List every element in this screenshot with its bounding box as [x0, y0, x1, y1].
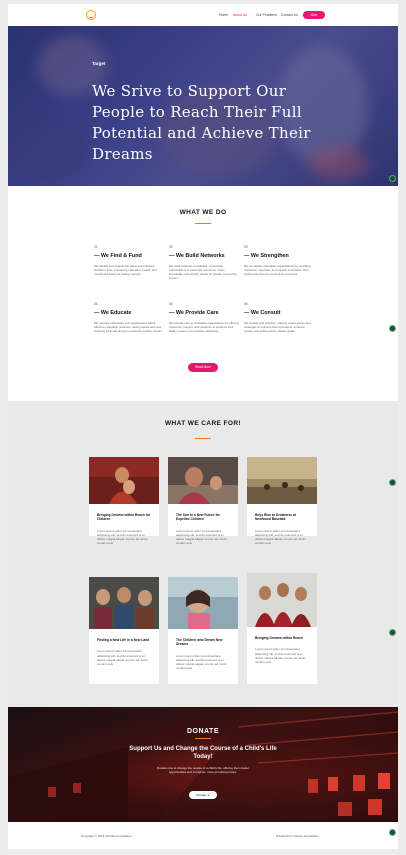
read-more-button[interactable]: Read More [188, 363, 218, 372]
service-number: 04 [94, 302, 98, 306]
copyright-text: Copyright © 2024 Charles Foundation [81, 834, 132, 838]
card-photo [247, 457, 317, 504]
service-title: — We Build Networks [169, 253, 225, 259]
service-description: We build networks of charities, connecti… [169, 264, 237, 280]
service-number: 03 [244, 245, 248, 249]
chat-bubble-icon[interactable] [389, 479, 396, 486]
service-number: 02 [169, 245, 173, 249]
hero-tagline: Target [92, 61, 106, 66]
card-description: Lorem ipsum dolor sit consectetur adipis… [255, 647, 306, 664]
care-card[interactable]: The Children who Dream New Dreams Lorem … [168, 577, 238, 684]
card-description: Lorem ipsum dolor sit consectetur adipis… [176, 653, 227, 671]
card-title: The Children who Dream New Dreams [176, 638, 223, 647]
palace-photo-shape [8, 711, 398, 822]
service-item: 03 — We Strengthen We strengthen charita… [244, 245, 314, 276]
service-item: 06 — We Consult We consult with charitie… [244, 302, 314, 333]
service-item: 05 — We Provide Care We provide care to … [169, 302, 239, 333]
nav-home[interactable]: Home [219, 13, 228, 17]
smiley-logo-icon[interactable] [86, 10, 96, 20]
care-heading: WHAT WE CARE FOR! [164, 420, 241, 427]
service-title: — We Strengthen [244, 253, 289, 259]
care-card[interactable]: Bringing Dreams within Reach Lorem ipsum… [247, 573, 317, 684]
service-description: We consult with charities, offering expe… [244, 321, 311, 333]
powered-by-text: Powered by Charles Foundation [276, 834, 319, 838]
header-give-button[interactable]: Give [303, 11, 325, 19]
service-title: — We Provide Care [169, 310, 219, 316]
heading-accent-line [195, 438, 211, 440]
site-header: Home About Us Our Problems Contact Us Gi… [8, 4, 398, 26]
card-description: Lorem ipsum dolor sit consectetur adipis… [176, 528, 227, 546]
card-title: Boys Rise to Greatness at Newfound Baseb… [255, 513, 296, 522]
service-number: 05 [169, 302, 173, 306]
service-description: We strengthen charitable organizations b… [244, 264, 311, 276]
service-title: — We Consult [244, 310, 281, 316]
nav-about-us[interactable]: About Us [233, 13, 247, 17]
nav-contact-us[interactable]: Contact Us [281, 13, 298, 17]
card-description: Lorem ipsum dolor sit consectetur adipis… [97, 528, 148, 546]
card-title: The Sun to a New Future for Expelled Chi… [176, 513, 220, 522]
donate-subheading: Support Us and Change the Course of a Ch… [129, 746, 277, 760]
card-photo [89, 577, 159, 629]
page: Home About Us Our Problems Contact Us Gi… [8, 4, 398, 849]
chat-bubble-icon[interactable] [389, 175, 396, 182]
card-photo [89, 457, 159, 504]
care-card[interactable]: Boys Rise to Greatness at Newfound Baseb… [247, 457, 317, 545]
chat-bubble-icon[interactable] [389, 629, 396, 636]
service-item: 02 — We Build Networks We build networks… [169, 245, 239, 280]
service-title: — We Find & Fund [94, 253, 142, 259]
donate-text: Donate now to change the course of a chi… [156, 766, 250, 774]
what-we-do-heading: WHAT WE DO [179, 209, 227, 216]
service-item: 04 — We Educate We educate individuals a… [94, 302, 164, 333]
hero-photo-shape [8, 121, 88, 181]
hero-heading: We Srive to Support Our People to Reach … [92, 82, 311, 163]
card-description: Lorem ipsum dolor sit consectetur adipis… [97, 649, 148, 666]
service-number: 01 [94, 245, 98, 249]
nav-our-problems[interactable]: Our Problems [256, 13, 277, 17]
service-description: We identify and support the latest and e… [94, 264, 157, 276]
site-footer: Copyright © 2024 Charles Foundation Powe… [8, 822, 398, 849]
service-item: 01 — We Find & Fund We identify and supp… [94, 245, 164, 276]
card-photo [168, 577, 238, 629]
hero-photo-shape [308, 146, 368, 181]
card-title: Bringing Dreams within Reach for Childre… [97, 513, 151, 522]
card-title: Bringing Dreams within Reach [255, 636, 303, 640]
service-description: We provide care to charitable organizati… [169, 321, 239, 333]
chat-bubble-icon[interactable] [389, 325, 396, 332]
donate-button[interactable]: Donate ➜ [189, 791, 217, 799]
care-card[interactable]: Finding a New Life in a New Land Lorem i… [89, 577, 159, 684]
donate-section: DONATE Support Us and Change the Course … [8, 707, 398, 822]
heading-accent-line [195, 223, 211, 225]
care-card[interactable]: The Sun to a New Future for Expelled Chi… [168, 457, 238, 545]
card-photo [168, 457, 238, 504]
card-photo [247, 573, 317, 627]
chat-bubble-icon[interactable] [389, 829, 396, 836]
card-description: Lorem ipsum dolor sit consectetur adipis… [255, 528, 306, 546]
service-number: 06 [244, 302, 248, 306]
service-description: We educate individuals and organizations… [94, 321, 163, 333]
hero-banner: Target We Srive to Support Our People to… [8, 26, 398, 186]
care-card[interactable]: Bringing Dreams within Reach for Childre… [89, 457, 159, 545]
donate-heading: DONATE [186, 728, 220, 735]
service-title: — We Educate [94, 310, 132, 316]
card-title: Finding a New Life in a New Land [97, 638, 150, 642]
heading-accent-line [195, 738, 211, 740]
care-section: WHAT WE CARE FOR! Bringing Dreams within… [8, 401, 398, 707]
